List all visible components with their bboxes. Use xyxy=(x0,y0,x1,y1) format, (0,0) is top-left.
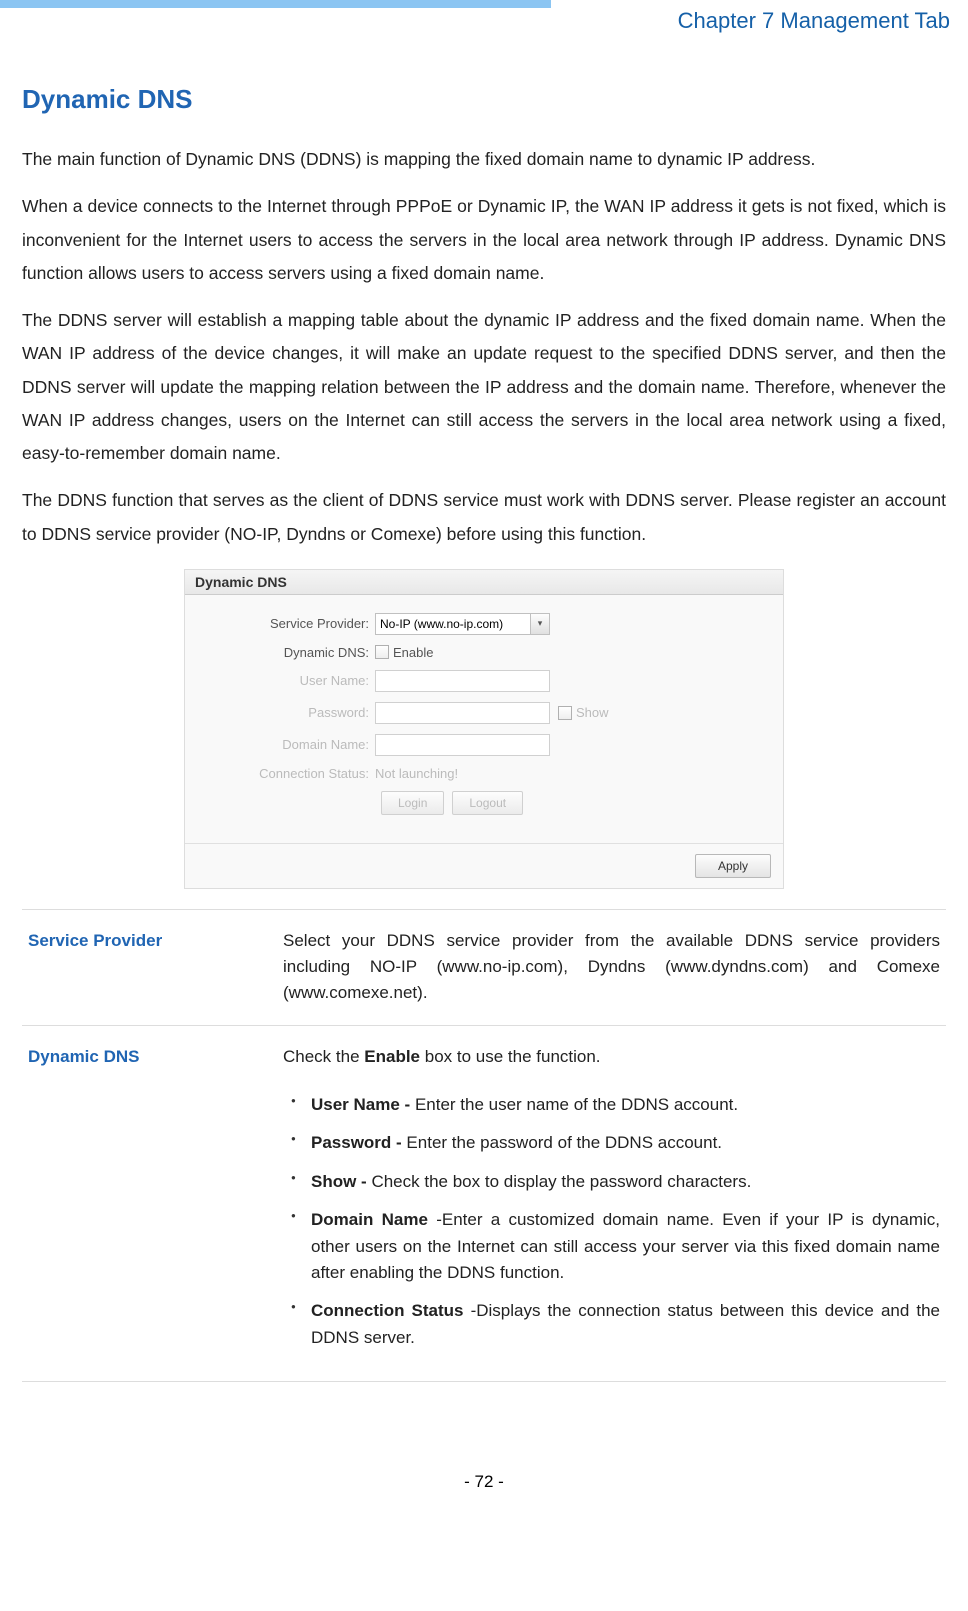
dropdown-text: No-IP (www.no-ip.com) xyxy=(375,613,530,635)
desc-dynamic-dns: Check the Enable box to use the function… xyxy=(277,1025,946,1381)
checkbox-show[interactable] xyxy=(558,706,572,720)
desc-suffix: box to use the function. xyxy=(420,1047,601,1066)
dropdown-service-provider[interactable]: No-IP (www.no-ip.com) ▾ xyxy=(375,613,550,635)
label-connection-status: Connection Status: xyxy=(200,766,375,781)
main-content: Dynamic DNS The main function of Dynamic… xyxy=(0,34,968,1382)
panel-footer: Apply xyxy=(185,843,783,888)
paragraph-1: The main function of Dynamic DNS (DDNS) … xyxy=(22,143,946,176)
def-row-service-provider: Service Provider Select your DDNS servic… xyxy=(22,909,946,1025)
checkbox-show-label: Show xyxy=(576,705,609,720)
chevron-down-icon[interactable]: ▾ xyxy=(530,613,550,635)
ddns-settings-panel: Dynamic DNS Service Provider: No-IP (www… xyxy=(184,569,784,889)
label-password: Password: xyxy=(200,705,375,720)
input-user-name[interactable] xyxy=(375,670,550,692)
paragraph-3: The DDNS server will establish a mapping… xyxy=(22,304,946,470)
logout-button[interactable]: Logout xyxy=(452,791,523,815)
row-user-name: User Name: xyxy=(200,670,768,692)
definition-table: Service Provider Select your DDNS servic… xyxy=(22,909,946,1382)
label-user-name: User Name: xyxy=(200,673,375,688)
panel-title: Dynamic DNS xyxy=(185,570,783,595)
term-dynamic-dns: Dynamic DNS xyxy=(22,1025,277,1381)
page-number: - 72 - xyxy=(0,1472,968,1512)
bullet-password: Password - Enter the password of the DDN… xyxy=(283,1130,940,1156)
desc-service-provider: Select your DDNS service provider from t… xyxy=(277,909,946,1025)
b3-bold: Show - xyxy=(311,1172,371,1191)
row-password: Password: Show xyxy=(200,702,768,724)
apply-button[interactable]: Apply xyxy=(695,854,771,878)
label-dynamic-dns: Dynamic DNS: xyxy=(200,645,375,660)
bullet-connection-status: Connection Status -Displays the connecti… xyxy=(283,1298,940,1351)
b4-bold: Domain Name xyxy=(311,1210,436,1229)
b5-bold: Connection Status xyxy=(311,1301,471,1320)
panel-body: Service Provider: No-IP (www.no-ip.com) … xyxy=(185,595,783,843)
label-service-provider: Service Provider: xyxy=(200,616,375,631)
row-dynamic-dns: Dynamic DNS: Enable xyxy=(200,645,768,660)
login-buttons-row: Login Logout xyxy=(381,791,768,815)
paragraph-2: When a device connects to the Internet t… xyxy=(22,190,946,290)
b3-text: Check the box to display the password ch… xyxy=(371,1172,751,1191)
section-title: Dynamic DNS xyxy=(22,84,946,115)
input-domain-name[interactable] xyxy=(375,734,550,756)
b2-bold: Password - xyxy=(311,1133,406,1152)
checkbox-enable[interactable] xyxy=(375,645,389,659)
bullet-show: Show - Check the box to display the pass… xyxy=(283,1169,940,1195)
def-row-dynamic-dns: Dynamic DNS Check the Enable box to use … xyxy=(22,1025,946,1381)
bullet-domain-name: Domain Name -Enter a customized domain n… xyxy=(283,1207,940,1286)
label-domain-name: Domain Name: xyxy=(200,737,375,752)
status-value: Not launching! xyxy=(375,766,458,781)
desc-prefix: Check the xyxy=(283,1047,364,1066)
b1-bold: User Name - xyxy=(311,1095,415,1114)
bullet-user-name: User Name - Enter the user name of the D… xyxy=(283,1092,940,1118)
row-connection-status: Connection Status: Not launching! xyxy=(200,766,768,781)
input-password[interactable] xyxy=(375,702,550,724)
bullet-list: User Name - Enter the user name of the D… xyxy=(283,1092,940,1351)
b2-text: Enter the password of the DDNS account. xyxy=(406,1133,722,1152)
row-domain-name: Domain Name: xyxy=(200,734,768,756)
header-accent-bar xyxy=(0,0,551,8)
desc-bold: Enable xyxy=(364,1047,420,1066)
b1-text: Enter the user name of the DDNS account. xyxy=(415,1095,738,1114)
paragraph-4: The DDNS function that serves as the cli… xyxy=(22,484,946,551)
row-service-provider: Service Provider: No-IP (www.no-ip.com) … xyxy=(200,613,768,635)
checkbox-enable-label: Enable xyxy=(393,645,433,660)
login-button[interactable]: Login xyxy=(381,791,444,815)
term-service-provider: Service Provider xyxy=(22,909,277,1025)
